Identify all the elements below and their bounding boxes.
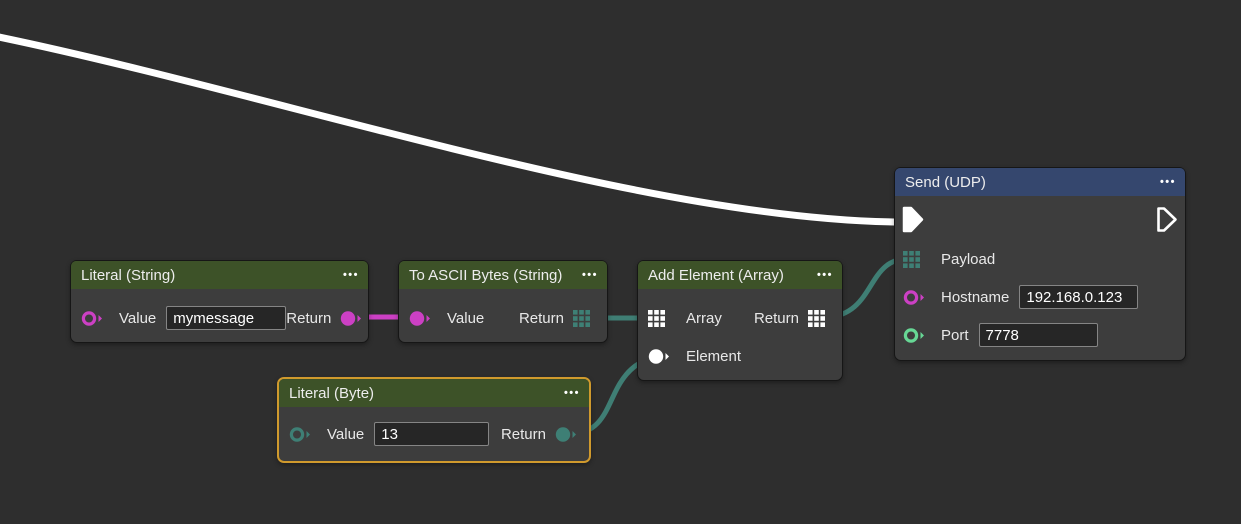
port-row: Array Return bbox=[638, 299, 842, 337]
hostname-port-circle-outline-icon[interactable] bbox=[903, 289, 929, 306]
node-literal-string[interactable]: Literal (String) ••• Value Return bbox=[70, 260, 369, 343]
value-port-circle-outline-icon[interactable] bbox=[289, 426, 315, 443]
node-header[interactable]: Send (UDP) ••• bbox=[895, 168, 1185, 196]
menu-dots-icon[interactable]: ••• bbox=[564, 379, 580, 407]
node-title: Add Element (Array) bbox=[648, 267, 784, 284]
port-row: Value Return bbox=[279, 415, 589, 453]
return-port-array-grid-icon[interactable] bbox=[573, 310, 599, 327]
port-row: Payload bbox=[895, 240, 1185, 278]
port-label-hostname: Hostname bbox=[941, 289, 1009, 306]
port-label-return: Return bbox=[501, 426, 546, 443]
port-row: Value Return bbox=[399, 299, 607, 337]
value-input[interactable] bbox=[166, 306, 286, 330]
hostname-input[interactable] bbox=[1019, 285, 1138, 309]
node-send-udp[interactable]: Send (UDP) ••• Payload bbox=[894, 167, 1186, 361]
flow-output-icon[interactable] bbox=[1156, 206, 1178, 237]
node-header[interactable]: To ASCII Bytes (String) ••• bbox=[399, 261, 607, 289]
port-label-value: Value bbox=[327, 426, 364, 443]
node-to-ascii-bytes[interactable]: To ASCII Bytes (String) ••• Value Return bbox=[398, 260, 608, 343]
payload-port-grid-icon[interactable] bbox=[903, 251, 929, 268]
value-port-circle-outline-icon[interactable] bbox=[81, 310, 107, 327]
menu-dots-icon[interactable]: ••• bbox=[1160, 168, 1176, 196]
port-label-value: Value bbox=[119, 310, 156, 327]
port-input[interactable] bbox=[979, 323, 1098, 347]
value-input[interactable] bbox=[374, 422, 489, 446]
node-graph-canvas[interactable]: Literal (String) ••• Value Return T bbox=[0, 0, 1241, 524]
menu-dots-icon[interactable]: ••• bbox=[817, 261, 833, 289]
node-title: Literal (Byte) bbox=[289, 385, 374, 402]
node-header[interactable]: Literal (String) ••• bbox=[71, 261, 368, 289]
port-row: Port bbox=[895, 316, 1185, 354]
port-label-port: Port bbox=[941, 327, 969, 344]
node-header[interactable]: Literal (Byte) ••• bbox=[279, 379, 589, 407]
return-port-circle-filled-icon[interactable] bbox=[340, 310, 366, 327]
node-title: Literal (String) bbox=[81, 267, 175, 284]
port-label-value: Value bbox=[447, 310, 484, 327]
wire-flow-to-send-udp[interactable] bbox=[0, 36, 894, 222]
menu-dots-icon[interactable]: ••• bbox=[343, 261, 359, 289]
port-label-array: Array bbox=[686, 310, 722, 327]
port-label-return: Return bbox=[519, 310, 564, 327]
flow-input-icon[interactable] bbox=[902, 206, 924, 237]
port-port-circle-outline-icon[interactable] bbox=[903, 327, 929, 344]
value-port-circle-filled-icon[interactable] bbox=[409, 310, 435, 327]
port-label-element: Element bbox=[686, 348, 741, 365]
port-label-return: Return bbox=[754, 310, 799, 327]
node-header[interactable]: Add Element (Array) ••• bbox=[638, 261, 842, 289]
node-title: Send (UDP) bbox=[905, 174, 986, 191]
port-row: Value Return bbox=[71, 299, 368, 337]
node-title: To ASCII Bytes (String) bbox=[409, 267, 562, 284]
port-row: Hostname bbox=[895, 278, 1185, 316]
element-port-circle-filled-icon[interactable] bbox=[648, 348, 674, 365]
port-row: Element bbox=[638, 337, 842, 375]
node-add-element[interactable]: Add Element (Array) ••• Array Return bbox=[637, 260, 843, 381]
return-port-circle-filled-icon[interactable] bbox=[555, 426, 581, 443]
port-label-payload: Payload bbox=[941, 251, 995, 268]
port-label-return: Return bbox=[286, 310, 331, 327]
return-port-grid-icon[interactable] bbox=[808, 310, 834, 327]
flow-row bbox=[895, 202, 1185, 240]
menu-dots-icon[interactable]: ••• bbox=[582, 261, 598, 289]
array-port-grid-icon[interactable] bbox=[648, 310, 674, 327]
node-literal-byte[interactable]: Literal (Byte) ••• Value Return bbox=[277, 377, 591, 463]
